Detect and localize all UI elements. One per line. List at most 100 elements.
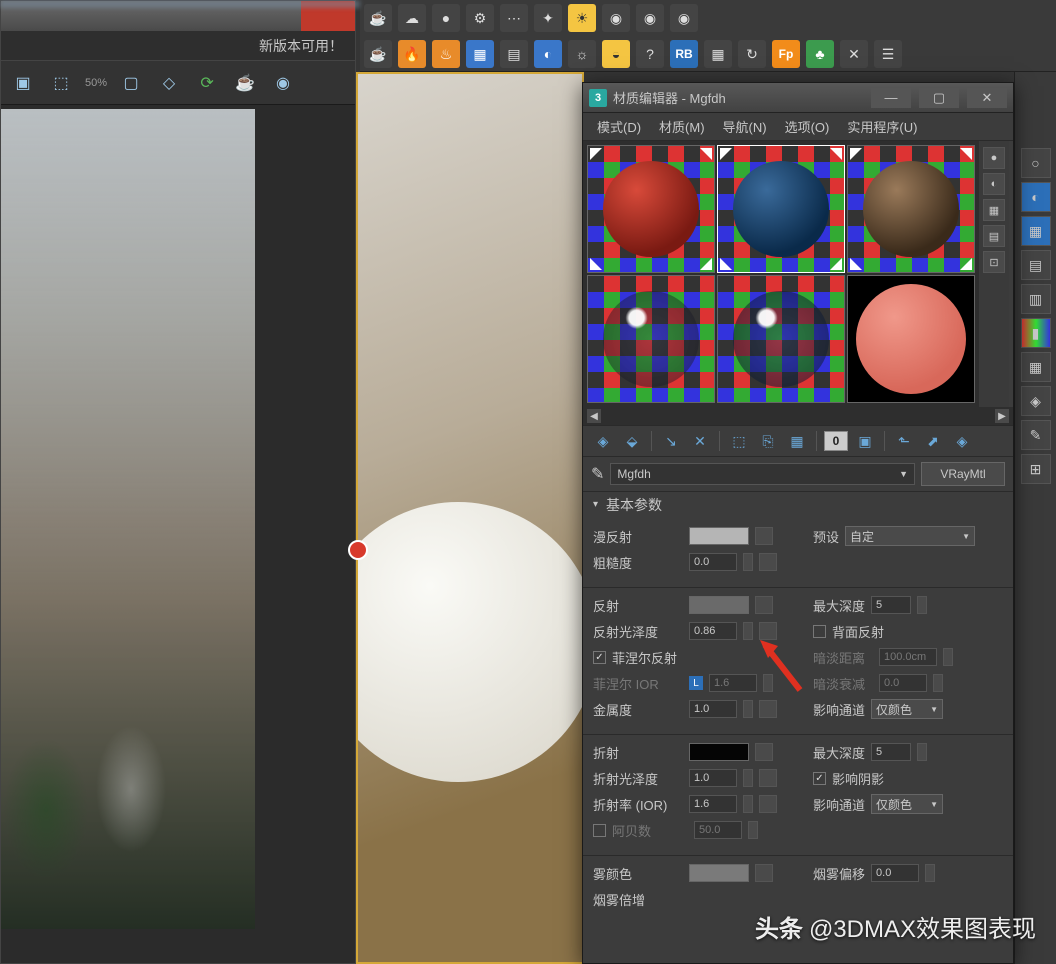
cp-modify-icon[interactable]: ◐ (1021, 182, 1051, 212)
rough-map[interactable] (759, 553, 777, 571)
dots-icon[interactable]: ⋯ (500, 4, 528, 32)
cup-icon[interactable]: ☕ (364, 40, 392, 68)
metal-map[interactable] (759, 700, 777, 718)
diffuse-swatch[interactable] (689, 527, 749, 545)
slot-4[interactable] (587, 275, 715, 403)
metal-spinner[interactable]: 1.0 (689, 700, 737, 718)
leaf-icon[interactable]: ♣ (806, 40, 834, 68)
cp-motion-icon[interactable]: ▤ (1021, 250, 1051, 280)
cp-display-icon[interactable]: ▥ (1021, 284, 1051, 314)
lock-ior-button[interactable]: L (689, 676, 703, 690)
ss-sample[interactable]: ● (983, 147, 1005, 169)
help-icon[interactable]: ? (636, 40, 664, 68)
copy-icon[interactable]: ⎘ (756, 429, 780, 453)
maximize-button[interactable]: ▢ (919, 88, 959, 108)
refr-affect-dropdown[interactable]: 仅颜色▼ (871, 794, 943, 814)
select-icon[interactable]: ⬚ (47, 69, 75, 97)
maxdepth-spinner[interactable]: 5 (871, 596, 911, 614)
refr-gloss-spinner[interactable]: 1.0 (689, 769, 737, 787)
slot-3[interactable] (847, 145, 975, 273)
diffuse-map[interactable] (755, 527, 773, 545)
layers-icon[interactable]: ▤ (500, 40, 528, 68)
ball1-icon[interactable]: ◉ (602, 4, 630, 32)
frame-icon[interactable]: ▢ (117, 69, 145, 97)
reflect-swatch[interactable] (689, 596, 749, 614)
render-output[interactable] (1, 109, 255, 929)
list-icon[interactable]: ☰ (874, 40, 902, 68)
teapot-icon[interactable]: ☕ (364, 4, 392, 32)
material-type-button[interactable]: VRayMtl (921, 462, 1005, 486)
pick-icon[interactable]: ✎ (591, 464, 604, 484)
nav-fwd-icon[interactable]: ⬈ (921, 429, 945, 453)
ball3-icon[interactable]: ◉ (670, 4, 698, 32)
ss-light[interactable]: ▦ (983, 199, 1005, 221)
slot-1[interactable] (587, 145, 715, 273)
affect-shadow-check[interactable]: ✓ (813, 772, 826, 785)
reset-icon[interactable]: ✕ (688, 429, 712, 453)
material-name-input[interactable]: Mgfdh▼ (610, 463, 915, 485)
put-mat-icon[interactable]: ⬙ (620, 429, 644, 453)
refract-swatch[interactable] (689, 743, 749, 761)
nav-sib-icon[interactable]: ◈ (950, 429, 974, 453)
show-icon[interactable]: ▦ (785, 429, 809, 453)
slot-5[interactable] (717, 275, 845, 403)
cloud-icon[interactable]: ☁ (398, 4, 426, 32)
menu-options[interactable]: 选项(O) (777, 117, 838, 136)
refl-gloss-map[interactable] (759, 622, 777, 640)
cp-hierarchy-icon[interactable]: ▦ (1021, 216, 1051, 246)
reflect-map[interactable] (755, 596, 773, 614)
slot-scrollbar[interactable]: ◀▶ (583, 407, 1013, 425)
fog-map[interactable] (755, 864, 773, 882)
fog-swatch[interactable] (689, 864, 749, 882)
sunset-icon[interactable]: ◒ (602, 40, 630, 68)
ss-uv[interactable]: ▤ (983, 225, 1005, 247)
camera-icon[interactable]: ◉ (269, 69, 297, 97)
cp-ico8[interactable]: ◈ (1021, 386, 1051, 416)
fogbias-spinner[interactable]: 0.0 (871, 864, 919, 882)
minimize-button[interactable]: ― (871, 88, 911, 108)
zero-box[interactable]: 0 (824, 431, 848, 451)
nav-up-icon[interactable]: ⬑ (892, 429, 916, 453)
fp-button[interactable]: Fp (772, 40, 800, 68)
close-button[interactable]: ✕ (967, 88, 1007, 108)
slot-2[interactable] (717, 145, 845, 273)
sun-icon[interactable]: ☀ (568, 4, 596, 32)
region-icon[interactable]: ◇ (155, 69, 183, 97)
make-icon[interactable]: ⬚ (727, 429, 751, 453)
preset-dropdown[interactable]: 自定▼ (845, 526, 975, 546)
ball2-icon[interactable]: ◉ (636, 4, 664, 32)
rollout-basic-header[interactable]: ▾基本参数 (583, 491, 1013, 517)
cp-create-icon[interactable]: ○ (1021, 148, 1051, 178)
viewport[interactable] (356, 72, 584, 964)
material-titlebar[interactable]: 3 材质编辑器 - Mgfdh ― ▢ ✕ (583, 83, 1013, 113)
menu-util[interactable]: 实用程序(U) (839, 117, 925, 136)
settings-icon[interactable]: ⚙ (466, 4, 494, 32)
sphere-icon[interactable]: ● (432, 4, 460, 32)
rb-button[interactable]: RB (670, 40, 698, 68)
rough-spinner[interactable]: 0.0 (689, 553, 737, 571)
save-icon[interactable]: ▣ (9, 69, 37, 97)
cp-util-icon[interactable]: ▮ (1021, 318, 1051, 348)
resize-handle[interactable] (348, 540, 368, 560)
teapot2-icon[interactable]: ☕ (231, 69, 259, 97)
doc-icon[interactable]: ▦ (466, 40, 494, 68)
menu-material[interactable]: 材质(M) (651, 117, 713, 136)
abbe-check[interactable] (593, 824, 606, 837)
cp-ico9[interactable]: ✎ (1021, 420, 1051, 450)
menu-nav[interactable]: 导航(N) (715, 117, 775, 136)
get-mat-icon[interactable]: ◈ (591, 429, 615, 453)
backside-check[interactable] (813, 625, 826, 638)
ss-bg[interactable]: ◐ (983, 173, 1005, 195)
slot-6[interactable] (847, 275, 975, 403)
refr-maxdepth-spinner[interactable]: 5 (871, 743, 911, 761)
ss-opt[interactable]: ⊡ (983, 251, 1005, 273)
fresnel-check[interactable]: ✓ (593, 651, 606, 664)
sparkle-icon[interactable]: ✦ (534, 4, 562, 32)
light-icon[interactable]: ☼ (568, 40, 596, 68)
globe-icon[interactable]: ◐ (534, 40, 562, 68)
ior-spinner[interactable]: 1.6 (689, 795, 737, 813)
cp-ico10[interactable]: ⊞ (1021, 454, 1051, 484)
affect-dropdown[interactable]: 仅颜色▼ (871, 699, 943, 719)
flame-icon[interactable]: ♨ (432, 40, 460, 68)
reload-icon[interactable]: ⟳ (193, 69, 221, 97)
